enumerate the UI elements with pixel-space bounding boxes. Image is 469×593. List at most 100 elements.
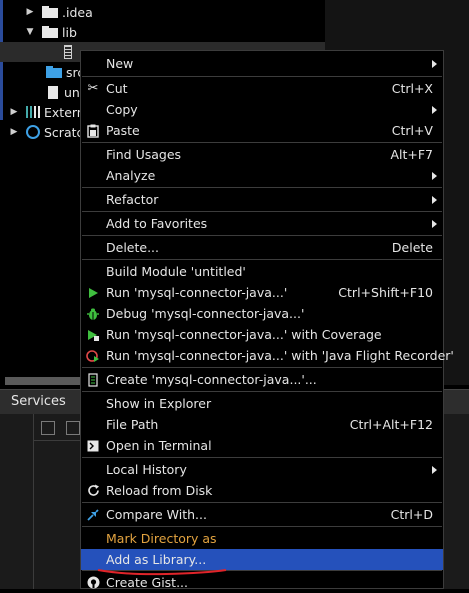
tree-item-scratches[interactable]: ▶ Scratc: [8, 122, 84, 142]
source-folder-icon: [46, 66, 62, 78]
menu-separator: [82, 211, 442, 212]
terminal-icon: [86, 439, 100, 453]
menu-item-label: New: [106, 56, 134, 71]
menu-item-label: Paste: [106, 123, 140, 138]
jar-icon: [64, 45, 72, 59]
tree-item-label: .idea: [62, 4, 93, 20]
menu-item-add-as-library[interactable]: Add as Library...: [81, 549, 443, 570]
menu-item-label: Build Module 'untitled': [106, 264, 246, 279]
tree-item-idea[interactable]: ▶ .idea: [24, 2, 93, 22]
menu-item-mark-directory[interactable]: Mark Directory as: [81, 528, 443, 549]
menu-item-shortcut: Ctrl+V: [391, 123, 433, 138]
menu-item-run[interactable]: Run 'mysql-connector-java...' Ctrl+Shift…: [81, 282, 443, 303]
menu-item-shortcut: Ctrl+Alt+F12: [349, 417, 433, 432]
refresh-icon: [86, 484, 100, 498]
services-title: Services: [11, 394, 66, 409]
menu-item-delete[interactable]: Delete... Delete: [81, 237, 443, 258]
menu-item-shortcut: Delete: [391, 240, 433, 255]
menu-item-analyze[interactable]: Analyze: [81, 165, 443, 186]
chevron-down-icon[interactable]: ▼: [24, 26, 36, 38]
menu-item-file-path[interactable]: File Path Ctrl+Alt+F12: [81, 414, 443, 435]
chevron-right-icon[interactable]: ▶: [8, 126, 20, 138]
menu-item-label: File Path: [106, 417, 159, 432]
menu-item-label: Copy: [106, 102, 138, 117]
menu-separator: [82, 187, 442, 188]
menu-item-label: Run 'mysql-connector-java...' with 'Java…: [106, 348, 454, 363]
github-icon: [86, 576, 100, 590]
menu-item-debug[interactable]: Debug 'mysql-connector-java...': [81, 303, 443, 324]
menu-item-label: Cut: [106, 81, 128, 96]
menu-item-label: Show in Explorer: [106, 396, 212, 411]
menu-item-open-terminal[interactable]: Open in Terminal: [81, 435, 443, 456]
menu-item-label: Open in Terminal: [106, 438, 212, 453]
menu-separator: [82, 457, 442, 458]
tree-item-label: Scratc: [44, 124, 84, 140]
menu-item-label: Debug 'mysql-connector-java...': [106, 306, 305, 321]
library-icon: [26, 106, 40, 118]
menu-item-cut[interactable]: ✂ Cut Ctrl+X: [81, 78, 443, 99]
menu-item-label: Find Usages: [106, 147, 182, 162]
tree-item-lib[interactable]: ▼ lib: [24, 22, 77, 42]
menu-separator: [82, 235, 442, 236]
menu-item-label: Local History: [106, 462, 187, 477]
menu-separator: [82, 367, 442, 368]
services-tree: [34, 440, 80, 590]
menu-item-label: Create Gist...: [106, 575, 189, 590]
menu-item-show-in-explorer[interactable]: Show in Explorer: [81, 393, 443, 414]
menu-item-copy[interactable]: Copy: [81, 99, 443, 120]
menu-item-label: Compare With...: [106, 507, 207, 522]
expand-all-icon[interactable]: [41, 421, 55, 435]
menu-item-run-jfr[interactable]: Run 'mysql-connector-java...' with 'Java…: [81, 345, 454, 366]
collapse-all-icon[interactable]: [66, 421, 80, 435]
menu-item-label: Create 'mysql-connector-java...'...: [106, 372, 317, 387]
tree-item-external-libraries[interactable]: ▶ Extern: [8, 102, 85, 122]
chevron-right-icon[interactable]: ▶: [24, 6, 36, 18]
menu-item-paste[interactable]: Paste Ctrl+V: [81, 120, 443, 141]
menu-item-shortcut: Ctrl+D: [390, 507, 433, 522]
clipboard-icon: [86, 124, 100, 138]
menu-separator: [82, 76, 442, 77]
menu-item-add-to-favorites[interactable]: Add to Favorites: [81, 213, 443, 234]
menu-item-shortcut: Ctrl+X: [391, 81, 433, 96]
submenu-arrow-icon: [432, 171, 437, 180]
bug-icon: [86, 307, 100, 321]
menu-item-label: Refactor: [106, 192, 159, 207]
submenu-arrow-icon: [432, 59, 437, 68]
menu-item-label: Mark Directory as: [106, 531, 217, 546]
menu-separator: [82, 259, 442, 260]
folder-icon: [42, 26, 58, 38]
menu-separator: [82, 142, 442, 143]
menu-item-run-coverage[interactable]: Run 'mysql-connector-java...' with Cover…: [81, 324, 443, 345]
menu-item-shortcut: Ctrl+Shift+F10: [338, 285, 433, 300]
run-icon: [86, 286, 100, 300]
menu-item-find-usages[interactable]: Find Usages Alt+F7: [81, 144, 443, 165]
submenu-arrow-icon: [432, 219, 437, 228]
tree-item-label: lib: [62, 24, 77, 40]
tree-item-jar[interactable]: [64, 42, 78, 62]
menu-separator: [82, 526, 442, 527]
submenu-arrow-icon: [432, 195, 437, 204]
folder-icon: [42, 6, 58, 18]
menu-item-new[interactable]: New: [81, 53, 443, 74]
compare-icon: [86, 508, 100, 522]
profiler-icon: [86, 349, 100, 363]
menu-item-build-module[interactable]: Build Module 'untitled': [81, 261, 443, 282]
menu-item-refactor[interactable]: Refactor: [81, 189, 443, 210]
menu-item-reload[interactable]: Reload from Disk: [81, 480, 443, 501]
menu-item-local-history[interactable]: Local History: [81, 459, 443, 480]
tree-item-label: Extern: [44, 104, 85, 120]
menu-item-compare-with[interactable]: Compare With... Ctrl+D: [81, 504, 443, 525]
menu-item-label: Reload from Disk: [106, 483, 213, 498]
menu-item-create-config[interactable]: Create 'mysql-connector-java...'...: [81, 369, 443, 390]
run-coverage-icon: [86, 328, 100, 342]
submenu-arrow-icon: [432, 105, 437, 114]
menu-separator: [82, 502, 442, 503]
menu-item-label: Analyze: [106, 168, 156, 183]
chevron-right-icon[interactable]: ▶: [8, 106, 20, 118]
tree-item-src[interactable]: src: [46, 62, 84, 82]
submenu-arrow-icon: [432, 465, 437, 474]
file-icon: [48, 85, 58, 99]
menu-item-label: Delete...: [106, 240, 159, 255]
menu-item-shortcut: Alt+F7: [390, 147, 433, 162]
config-icon: [86, 372, 100, 387]
